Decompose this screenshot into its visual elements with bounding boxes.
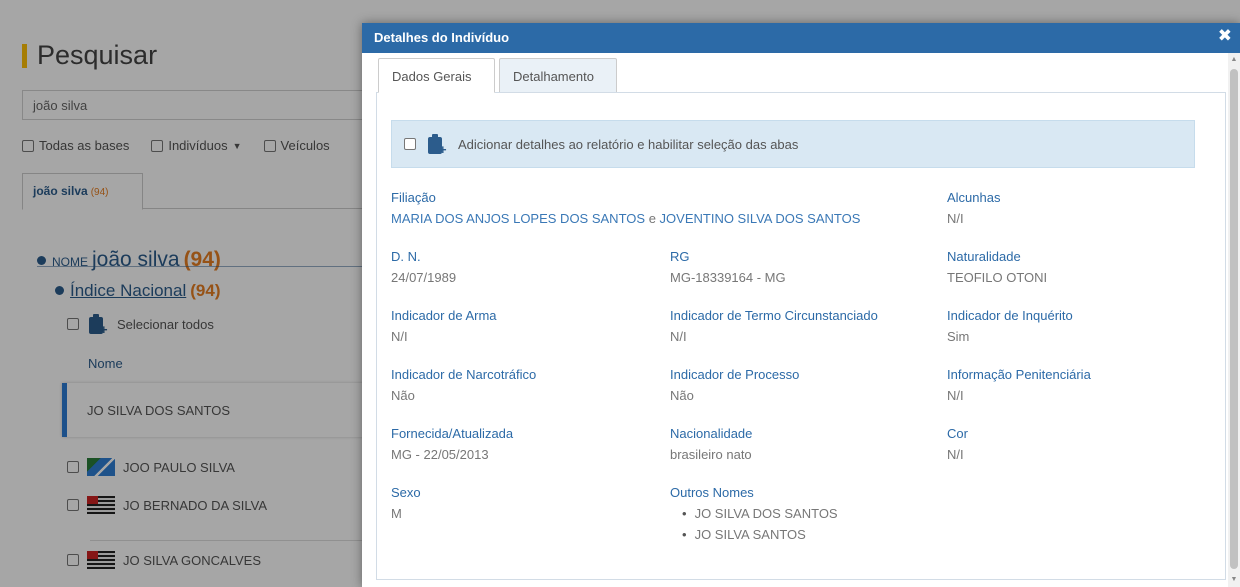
field-label: RG	[670, 249, 690, 264]
field-value: Não	[670, 388, 694, 403]
field-indicador-termo: Indicador de Termo Circunstanciado N/I	[670, 308, 878, 344]
field-indicador-inquerito: Indicador de Inquérito Sim	[947, 308, 1073, 344]
scroll-up-icon[interactable]: ▲	[1228, 53, 1240, 67]
field-label: Indicador de Inquérito	[947, 308, 1073, 323]
field-value: N/I	[947, 388, 964, 403]
field-label: Outros Nomes	[670, 485, 754, 500]
field-value: N/I	[947, 211, 964, 226]
tab-dados-gerais[interactable]: Dados Gerais	[378, 58, 495, 93]
field-outros-nomes: Outros Nomes JO SILVA DOS SANTOS JO SILV…	[670, 485, 838, 548]
field-value: N/I	[670, 329, 687, 344]
add-to-report-notice[interactable]: + Adicionar detalhes ao relatório e habi…	[391, 120, 1195, 168]
field-indicador-processo: Indicador de Processo Não	[670, 367, 799, 403]
field-label: Fornecida/Atualizada	[391, 426, 514, 441]
modal-title: Detalhes do Indivíduo	[374, 30, 510, 45]
field-value: Não	[391, 388, 415, 403]
modal-body: Dados Gerais Detalhamento + Adicionar de…	[376, 58, 1226, 580]
field-label: Indicador de Narcotráfico	[391, 367, 537, 382]
add-to-report-checkbox[interactable]	[404, 138, 416, 150]
field-value: brasileiro nato	[670, 447, 752, 462]
field-label: D. N.	[391, 249, 421, 264]
clipboard-add-icon: +	[426, 133, 448, 156]
field-value: MARIA DOS ANJOS LOPES DOS SANTOS e JOVEN…	[391, 211, 860, 226]
modal-scrollbar[interactable]: ▲ ▼	[1228, 53, 1240, 587]
field-label: Informação Penitenciária	[947, 367, 1091, 382]
field-filiacao: Filiação MARIA DOS ANJOS LOPES DOS SANTO…	[391, 190, 860, 226]
field-value: 24/07/1989	[391, 270, 457, 285]
notice-text: Adicionar detalhes ao relatório e habili…	[458, 136, 799, 152]
modal-header: Detalhes do Indivíduo ✖	[362, 23, 1240, 53]
field-nacionalidade: Nacionalidade brasileiro nato	[670, 426, 752, 462]
field-indicador-narcotrafico: Indicador de Narcotráfico Não	[391, 367, 536, 403]
field-rg: RG MG-18339164 - MG	[670, 249, 786, 285]
field-naturalidade: Naturalidade TEOFILO OTONI	[947, 249, 1047, 285]
field-label: Cor	[947, 426, 968, 441]
field-label: Nacionalidade	[670, 426, 753, 441]
list-item: JO SILVA SANTOS	[682, 527, 838, 542]
field-value: N/I	[947, 447, 964, 462]
field-value: TEOFILO OTONI	[947, 270, 1048, 285]
field-fornecida-atualizada: Fornecida/Atualizada MG - 22/05/2013	[391, 426, 513, 462]
mother-link[interactable]: MARIA DOS ANJOS LOPES DOS SANTOS	[391, 211, 645, 226]
father-link[interactable]: JOVENTINO SILVA DOS SANTOS	[660, 211, 861, 226]
tab-panel-dados-gerais: + Adicionar detalhes ao relatório e habi…	[376, 92, 1226, 580]
field-label: Indicador de Termo Circunstanciado	[670, 308, 878, 323]
list-item: JO SILVA DOS SANTOS	[682, 506, 838, 521]
close-icon[interactable]: ✖	[1218, 26, 1232, 46]
field-value: MG-18339164 - MG	[670, 270, 786, 285]
field-value: Sim	[947, 329, 970, 344]
field-dn: D. N. 24/07/1989	[391, 249, 456, 285]
field-alcunhas: Alcunhas N/I	[947, 190, 1000, 226]
tab-detalhamento[interactable]: Detalhamento	[499, 58, 617, 93]
outros-nomes-list: JO SILVA DOS SANTOS JO SILVA SANTOS	[682, 506, 838, 542]
modal-tabs: Dados Gerais Detalhamento	[376, 58, 1226, 93]
field-label: Sexo	[391, 485, 421, 500]
field-sexo: Sexo M	[391, 485, 421, 521]
field-value: MG - 22/05/2013	[391, 447, 489, 462]
field-label: Indicador de Arma	[391, 308, 497, 323]
field-label: Alcunhas	[947, 190, 1001, 205]
field-label: Naturalidade	[947, 249, 1021, 264]
field-informacao-penitenciaria: Informação Penitenciária N/I	[947, 367, 1091, 403]
field-indicador-arma: Indicador de Arma N/I	[391, 308, 497, 344]
field-label: Indicador de Processo	[670, 367, 800, 382]
individual-details-modal: Detalhes do Indivíduo ✖ Dados Gerais Det…	[362, 23, 1240, 587]
field-value: N/I	[391, 329, 408, 344]
field-label: Filiação	[391, 190, 436, 205]
scrollbar-thumb[interactable]	[1230, 69, 1238, 569]
filiacao-connector: e	[648, 211, 656, 226]
field-cor: Cor N/I	[947, 426, 968, 462]
scroll-down-icon[interactable]: ▼	[1228, 573, 1240, 587]
field-value: M	[391, 506, 402, 521]
